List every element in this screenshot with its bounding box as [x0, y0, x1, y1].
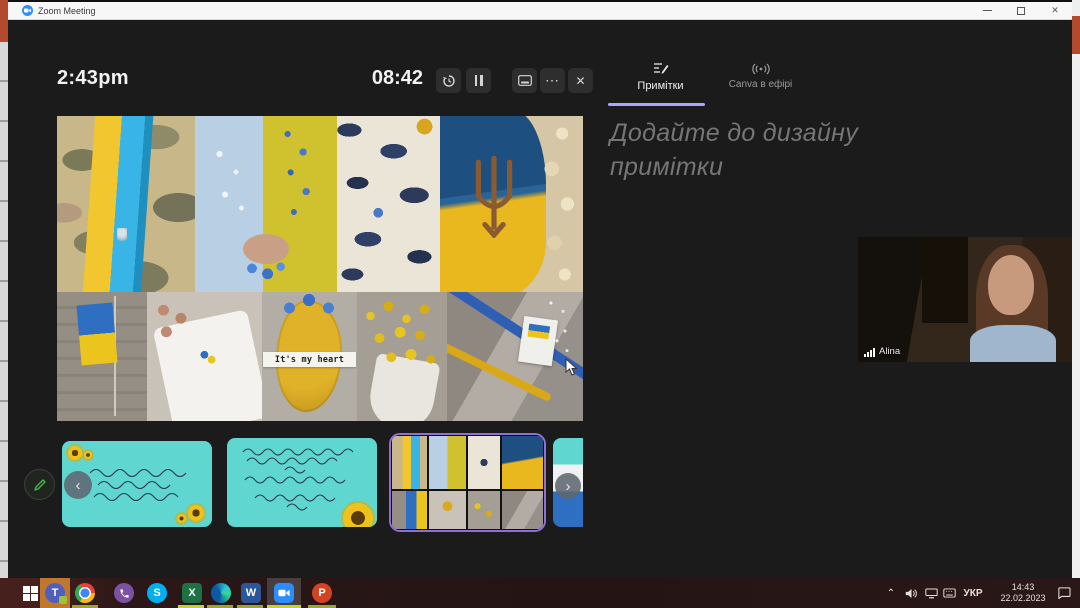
mouse-cursor	[565, 358, 578, 376]
speaker-icon	[905, 588, 918, 599]
background-window-left-edge	[0, 0, 8, 578]
collage-floral-embroidery-photo	[337, 116, 440, 292]
previous-slide-button[interactable]: ‹	[64, 471, 92, 499]
reset-timer-icon	[442, 74, 456, 88]
presenter-toolbar-button[interactable]	[512, 68, 537, 93]
background-window-accent	[1072, 16, 1080, 54]
tab-notes[interactable]: Примітки	[608, 61, 713, 92]
collage-ribbons-photo	[447, 292, 583, 421]
connection-signal-icon	[864, 348, 875, 357]
network-icon	[925, 588, 938, 599]
viber-logo-icon	[114, 583, 134, 603]
next-slide-button[interactable]: ›	[555, 473, 581, 499]
tab-notes-label: Примітки	[637, 80, 683, 92]
current-slide-collage: It's my heart	[57, 116, 583, 421]
exit-presentation-button[interactable]: ✕	[568, 68, 593, 93]
zoom-camera-icon	[274, 583, 294, 603]
slide-thumbnail-2[interactable]	[227, 438, 377, 527]
collage-trident-art-photo	[440, 116, 583, 292]
more-options-button[interactable]: ⋯	[540, 68, 565, 93]
sunflower-decoration	[343, 503, 373, 527]
presenter-clock: 2:43pm	[57, 67, 129, 90]
background-window-ruler	[0, 42, 8, 578]
handwritten-text	[84, 465, 194, 509]
pencil-icon	[33, 478, 47, 492]
collage-heart-pin-photo	[147, 292, 262, 421]
tray-volume-button[interactable]	[902, 578, 920, 608]
keyboard-icon	[943, 588, 956, 598]
reset-timer-button[interactable]	[436, 68, 461, 93]
tab-canva-live[interactable]: Canva в ефірі	[708, 63, 813, 90]
action-center-button[interactable]	[1052, 578, 1076, 608]
collage-soldier-flag-photo	[57, 116, 195, 292]
presenter-timer: 08:42	[338, 67, 423, 90]
taskbar-viber-icon[interactable]	[112, 581, 136, 605]
language-label: УКР	[964, 588, 983, 599]
collage-embroidered-shirts-photo	[195, 116, 337, 292]
close-button[interactable]: ✕	[1038, 2, 1072, 19]
minimize-button[interactable]	[970, 2, 1004, 19]
active-tab-underline	[608, 103, 705, 106]
tray-language-button[interactable]: УКР	[958, 578, 988, 608]
background-window-accent	[0, 0, 8, 42]
sunflower-decoration	[68, 446, 82, 460]
windows-logo-icon	[23, 586, 38, 601]
start-button[interactable]	[18, 581, 42, 605]
taskbar-zoom-icon[interactable]	[272, 581, 296, 605]
slide-thumbnail-3-selected[interactable]	[389, 433, 546, 532]
notes-placeholder-text[interactable]: Додайте до дизайну примітки	[610, 117, 860, 185]
taskbar-excel-icon[interactable]: X	[180, 581, 204, 605]
notes-pen-icon	[653, 61, 669, 76]
action-center-icon	[1057, 587, 1071, 599]
windows-taskbar: T S X W P ⌃	[0, 578, 1080, 608]
dried-flowers	[531, 116, 583, 292]
pause-icon	[475, 75, 483, 86]
collage-anatomical-heart-art: It's my heart	[262, 292, 357, 421]
chrome-logo-icon	[75, 583, 95, 603]
taskbar-edge-icon[interactable]	[209, 581, 233, 605]
close-icon: ✕	[575, 74, 585, 88]
tray-hidden-icons-button[interactable]: ⌃	[882, 578, 900, 608]
presenter-view-icon	[518, 75, 532, 86]
trident-pendant	[117, 228, 127, 244]
tray-clock-button[interactable]: 14:43 22.02.2023	[992, 578, 1054, 608]
blue-flowers	[239, 254, 291, 290]
zoom-logo-icon	[22, 5, 33, 16]
taskbar-chrome-icon[interactable]	[73, 581, 97, 605]
draw-tool-button[interactable]	[24, 469, 55, 500]
taskbar-skype-icon[interactable]: S	[145, 581, 169, 605]
edge-logo-icon	[211, 583, 231, 603]
chevron-left-icon: ‹	[76, 478, 81, 493]
webcam-video-tile[interactable]: Alina	[858, 237, 1072, 362]
taskbar-powerpoint-icon[interactable]: P	[310, 581, 334, 605]
tray-time: 14:43	[1012, 582, 1035, 593]
trident-icon	[468, 154, 520, 238]
tray-date: 22.02.2023	[1000, 593, 1045, 604]
window-title: Zoom Meeting	[38, 6, 96, 16]
taskbar-word-icon[interactable]: W	[239, 581, 263, 605]
ellipsis-icon: ⋯	[545, 72, 560, 89]
status-badge	[59, 596, 67, 604]
window-titlebar[interactable]: Zoom Meeting ✕	[8, 2, 1072, 20]
chevron-right-icon: ›	[566, 479, 571, 494]
participant-name-label: Alina	[864, 346, 900, 357]
taskbar-teams-icon[interactable]: T	[43, 581, 67, 605]
chevron-up-icon: ⌃	[887, 588, 895, 599]
ukraine-flag	[76, 303, 117, 366]
broadcast-icon	[752, 63, 770, 75]
participant-name: Alina	[879, 346, 900, 357]
heart-caption: It's my heart	[263, 352, 356, 367]
tray-input-indicator-button[interactable]	[940, 578, 958, 608]
pause-timer-button[interactable]	[466, 68, 491, 93]
ukraine-flag-ribbon	[82, 116, 153, 292]
collage-flag-on-pole-photo	[57, 292, 147, 421]
maximize-button[interactable]	[1004, 2, 1038, 19]
heart-pin	[199, 350, 217, 366]
collage-thumbnail	[391, 435, 544, 530]
tray-network-button[interactable]	[922, 578, 940, 608]
background-window-right-edge	[1072, 0, 1080, 578]
collage-mimosa-flowers-photo	[357, 292, 447, 421]
tab-canva-live-label: Canva в ефірі	[729, 79, 793, 90]
